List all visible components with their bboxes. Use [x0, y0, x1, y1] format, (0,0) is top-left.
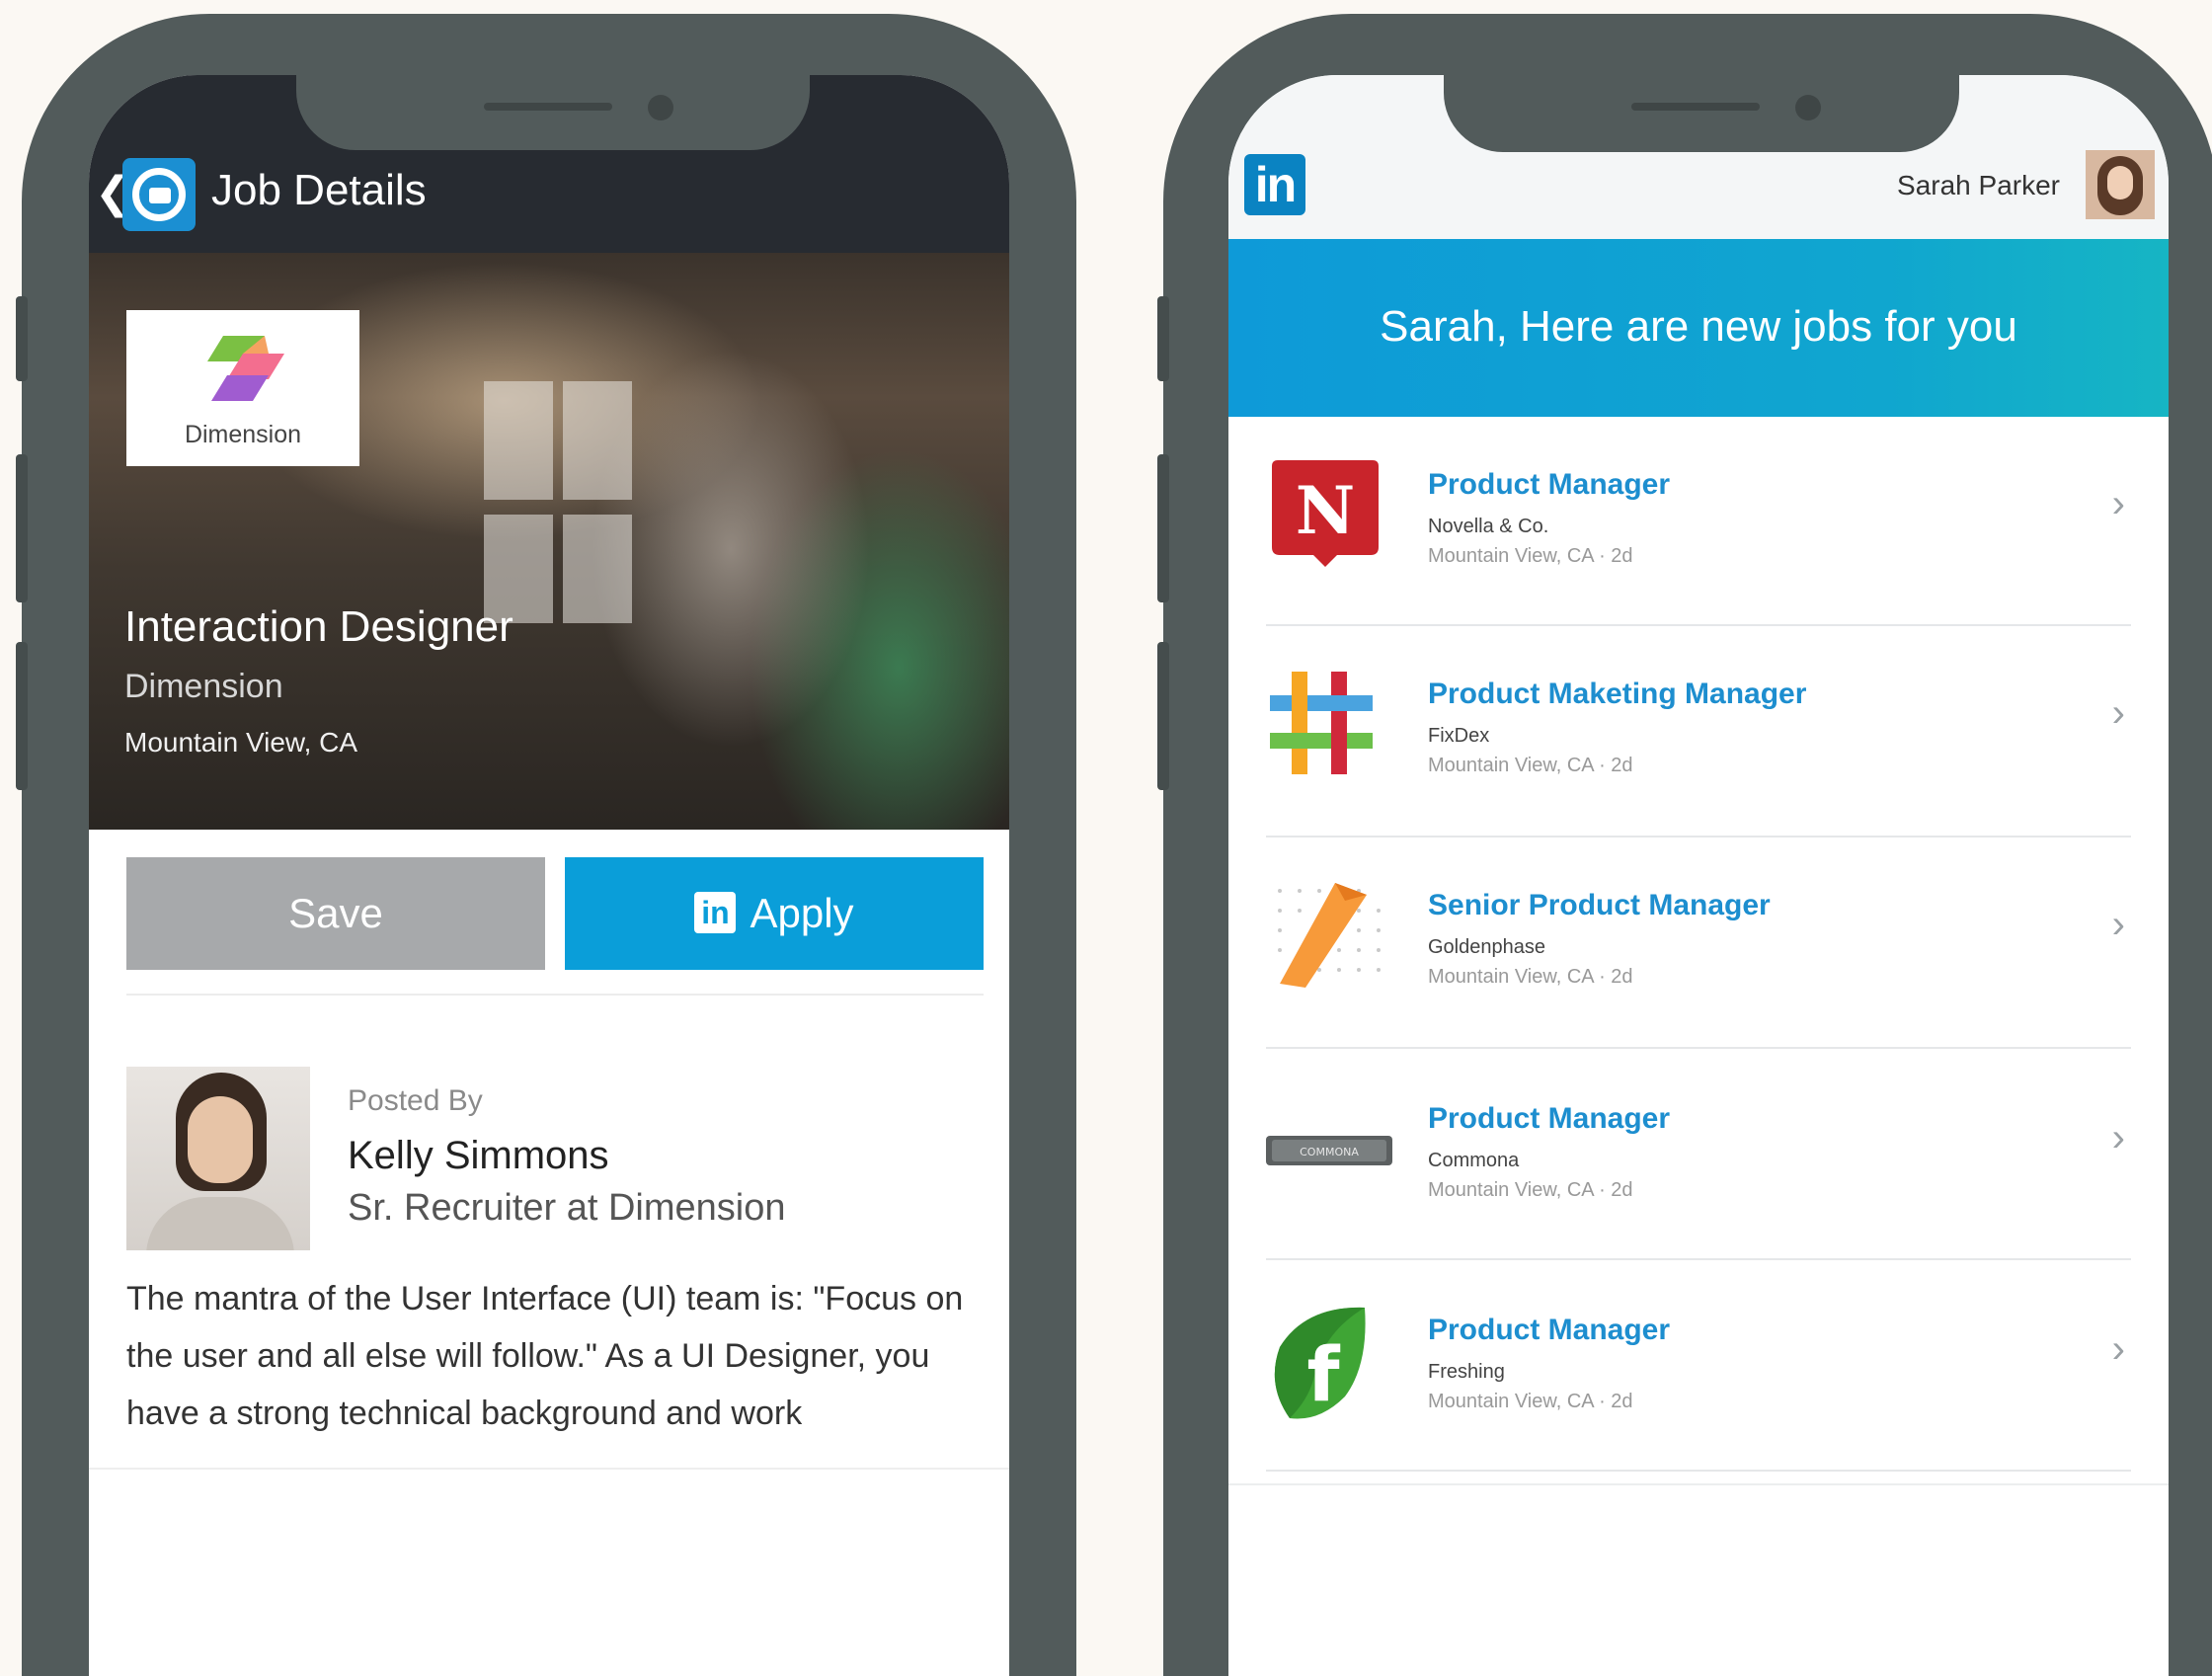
job-location: Mountain View, CA · 2d [1428, 1179, 1633, 1201]
phone-side-button [1157, 642, 1169, 790]
job-location: Mountain View, CA · 2d [1428, 545, 1633, 567]
job-title[interactable]: Product Manager [1428, 468, 1670, 502]
goldenphase-logo [1278, 883, 1381, 988]
job-search-icon [122, 158, 196, 231]
page-title: Job Details [211, 166, 427, 214]
user-name[interactable]: Sarah Parker [1897, 170, 2060, 201]
job-location: Mountain View, CA · 2d [1428, 755, 1633, 776]
job-list-item[interactable]: Senior Product Manager Goldenphase Mount… [1266, 839, 2131, 1049]
job-list-item[interactable]: COMMONA Product Manager Commona Mountain… [1266, 1051, 2131, 1260]
poster-name[interactable]: Kelly Simmons [348, 1134, 609, 1178]
svg-text:COMMONA: COMMONA [1300, 1146, 1359, 1158]
job-title: Interaction Designer [124, 602, 514, 651]
poster-role: Sr. Recruiter at Dimension [348, 1187, 786, 1229]
phone-side-button [1157, 296, 1169, 381]
job-title[interactable]: Senior Product Manager [1428, 889, 1771, 922]
office-window [563, 381, 632, 500]
divider [126, 994, 984, 996]
chevron-right-icon[interactable]: › [2112, 482, 2125, 526]
job-list: N Product Manager Novella & Co. Mountain… [1228, 417, 2169, 1483]
svg-text:f: f [1306, 1330, 1340, 1418]
dimension-logo-icon [207, 336, 284, 401]
company-logo-card: Dimension [126, 310, 359, 466]
phone-notch [296, 75, 810, 150]
job-company[interactable]: Dimension [124, 668, 283, 706]
svg-text:N: N [1296, 472, 1355, 549]
job-company: FixDex [1428, 725, 1490, 747]
job-list-item[interactable]: Product Maketing Manager FixDex Mountain… [1266, 628, 2131, 838]
commona-logo: COMMONA [1266, 1136, 1392, 1165]
camera [1795, 95, 1821, 120]
job-recommendations-screen: in Sarah Parker Sarah, Here are new jobs… [1228, 75, 2169, 1676]
phone-side-button [16, 454, 28, 602]
save-button[interactable]: Save [126, 857, 545, 970]
job-title[interactable]: Product Manager [1428, 1102, 1670, 1136]
speaker [1631, 103, 1760, 111]
job-description: The mantra of the User Interface (UI) te… [126, 1280, 964, 1432]
job-title[interactable]: Product Manager [1428, 1314, 1670, 1347]
posted-by-label: Posted By [348, 1084, 483, 1117]
office-window [563, 515, 632, 623]
job-location: Mountain View, CA · 2d [1428, 1391, 1633, 1412]
phone-side-button [1157, 454, 1169, 602]
fixdex-logo [1270, 672, 1373, 774]
content-footer [1228, 1483, 2169, 1676]
job-location: Mountain View, CA · 2d [1428, 966, 1633, 988]
job-company: Commona [1428, 1150, 1520, 1171]
office-window [484, 381, 553, 500]
job-list-item[interactable]: f Product Manager Freshing Mountain View… [1266, 1262, 2131, 1472]
phone-side-button [16, 642, 28, 790]
linkedin-logo-icon[interactable]: in [1244, 154, 1305, 215]
phone-notch [1444, 75, 1959, 152]
job-location: Mountain View, CA [124, 727, 358, 758]
banner-text: Sarah, Here are new jobs for you [1380, 302, 2017, 351]
phone-side-button [16, 296, 28, 381]
novella-logo: N [1272, 460, 1379, 567]
chevron-right-icon[interactable]: › [2112, 903, 2125, 947]
avatar[interactable] [2086, 150, 2155, 219]
job-company: Goldenphase [1428, 936, 1545, 958]
camera [648, 95, 673, 120]
freshing-logo: f [1274, 1307, 1366, 1419]
content-footer [89, 1468, 1009, 1676]
job-list-item[interactable]: N Product Manager Novella & Co. Mountain… [1266, 417, 2131, 626]
job-company: Novella & Co. [1428, 516, 1549, 537]
avatar[interactable] [126, 1067, 310, 1250]
banner: Sarah, Here are new jobs for you [1228, 239, 2169, 417]
speaker [484, 103, 612, 111]
job-details-screen: ❮ Job Details Dimension Interaction Desi… [89, 75, 1009, 1676]
company-logo-text: Dimension [184, 421, 302, 448]
apply-label: Apply [750, 890, 854, 936]
job-company: Freshing [1428, 1361, 1505, 1383]
chevron-right-icon[interactable]: › [2112, 1116, 2125, 1160]
chevron-right-icon[interactable]: › [2112, 691, 2125, 736]
job-title[interactable]: Product Maketing Manager [1428, 678, 1806, 711]
linkedin-icon: in [694, 891, 737, 933]
chevron-right-icon[interactable]: › [2112, 1327, 2125, 1372]
apply-button[interactable]: in Apply [565, 857, 984, 970]
